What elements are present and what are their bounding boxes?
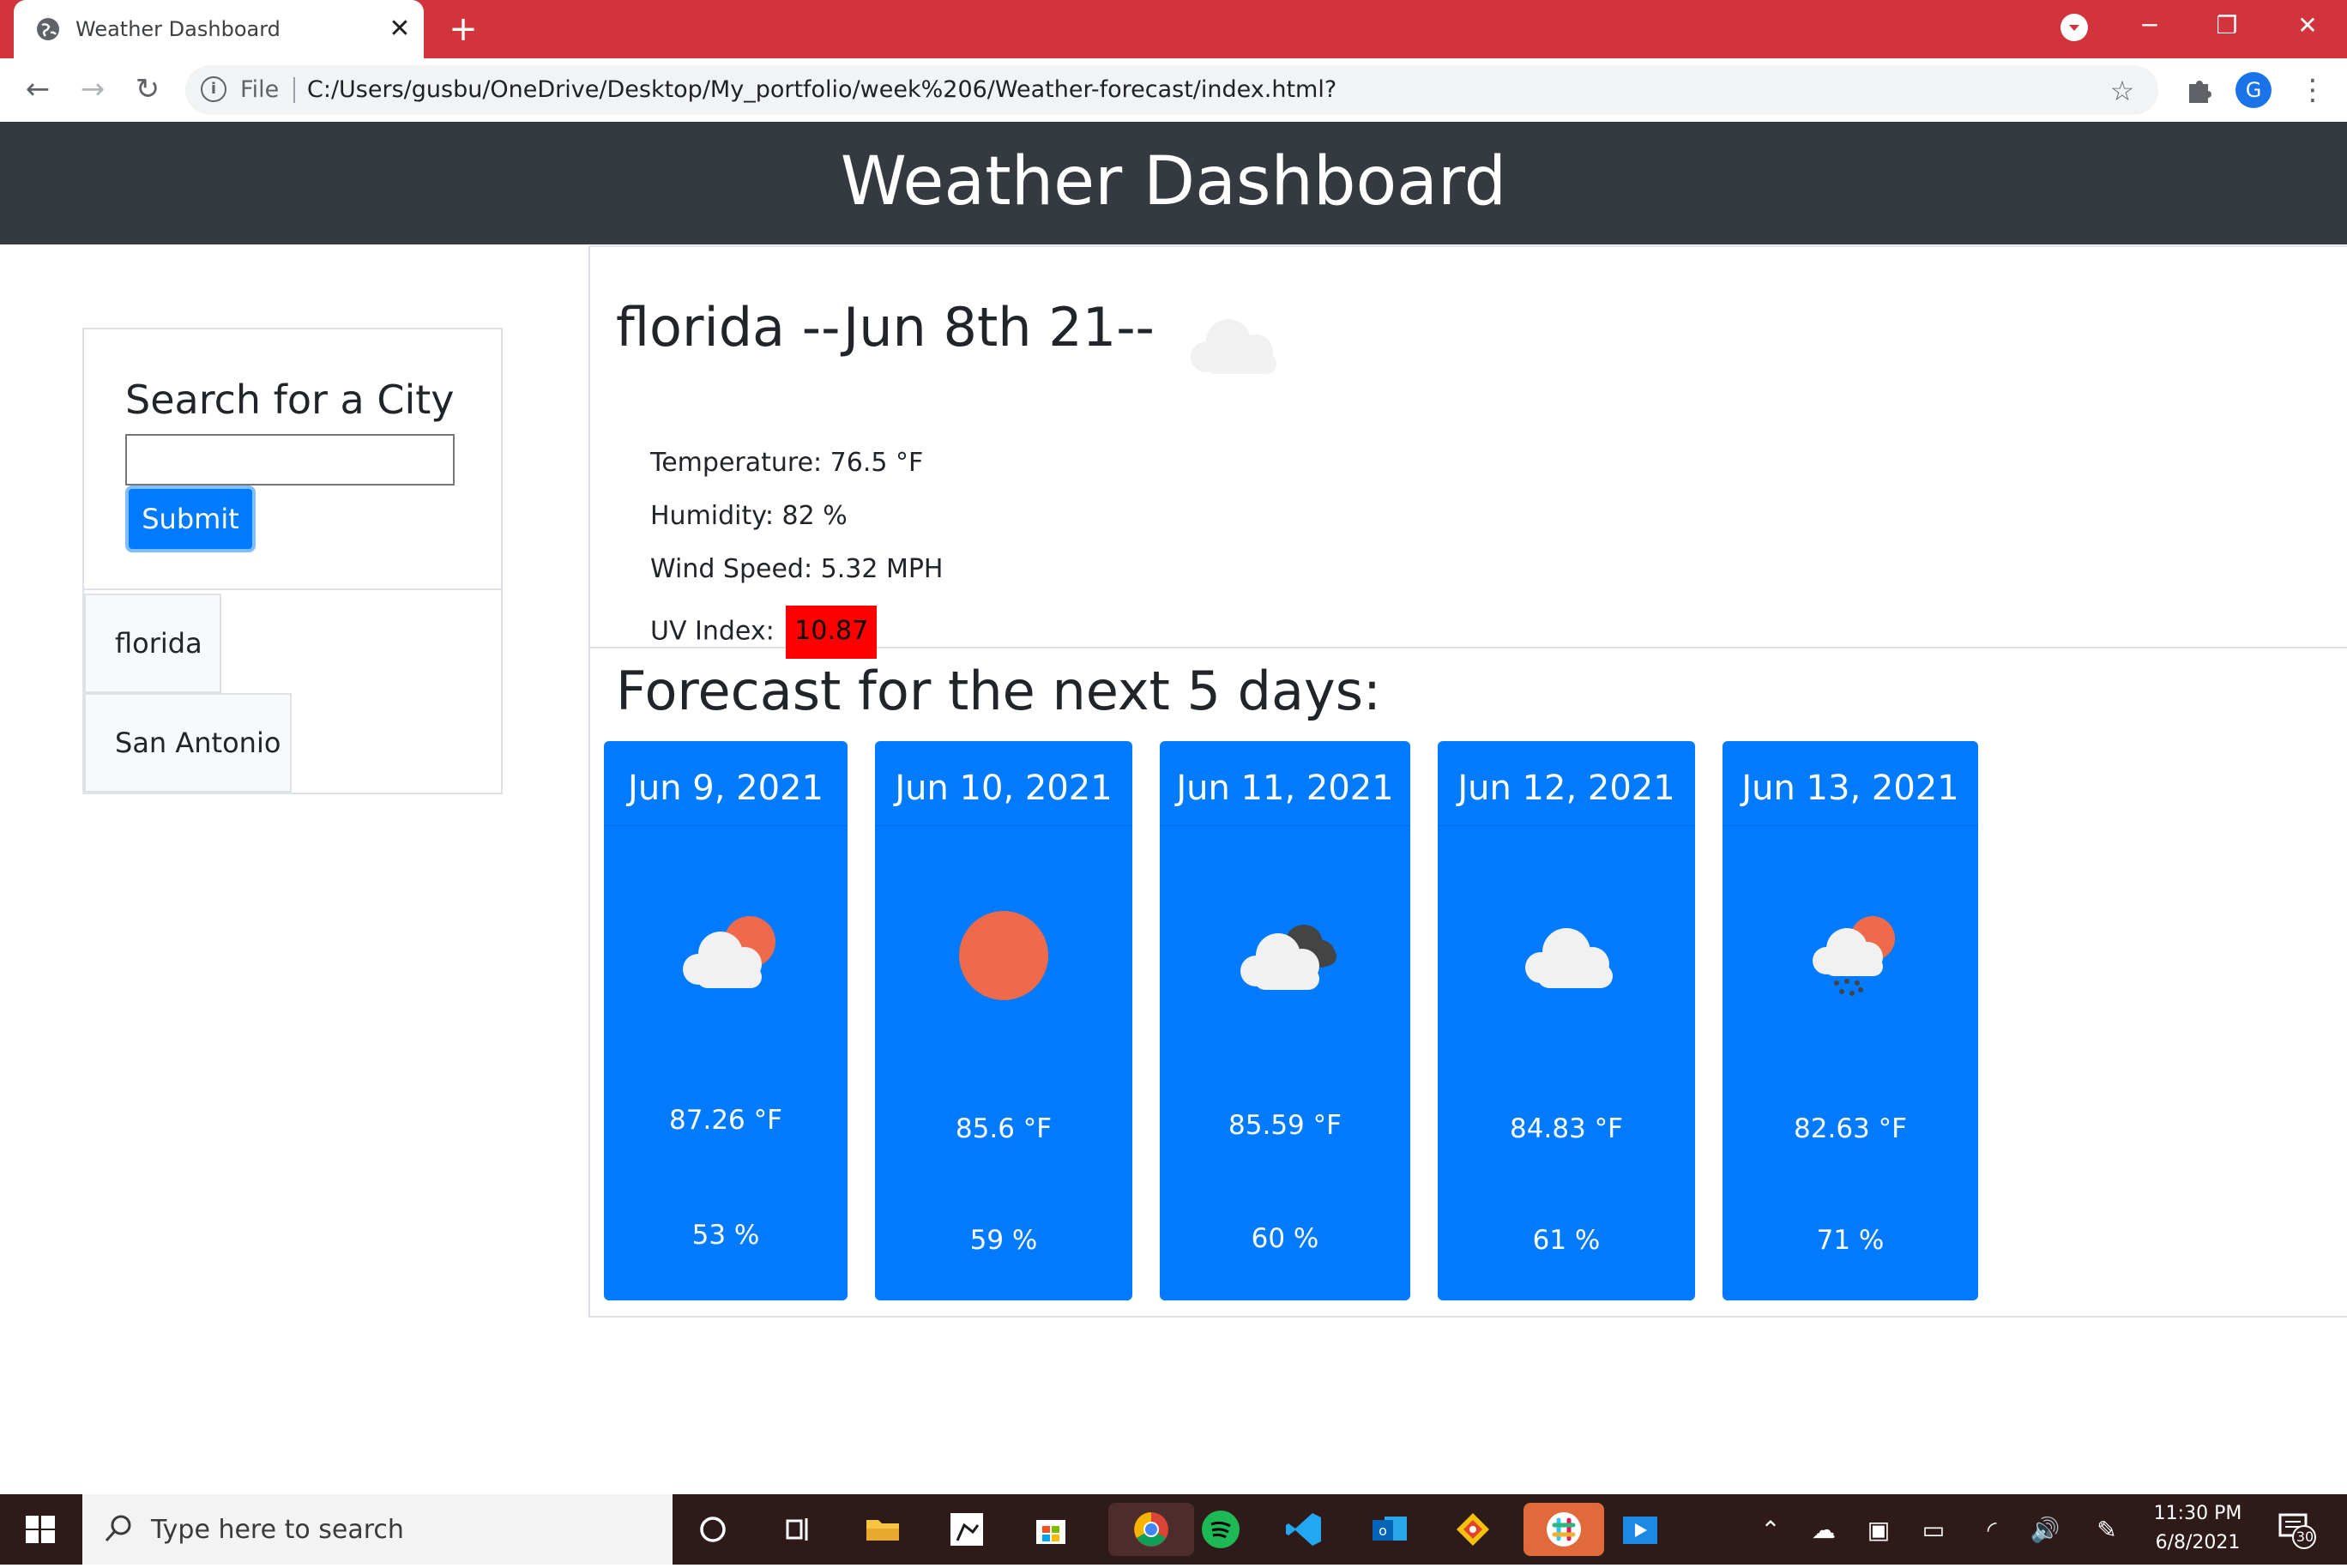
current-humidity: Humidity: 82 % bbox=[650, 501, 848, 531]
forward-arrow-icon[interactable]: → bbox=[74, 70, 112, 108]
page-header: Weather Dashboard bbox=[0, 122, 2347, 244]
forecast-temperature: 82.63 °F bbox=[1794, 1113, 1907, 1144]
cortana-icon[interactable] bbox=[686, 1503, 739, 1556]
page-title: Weather Dashboard bbox=[840, 143, 1507, 220]
history-item-san-antonio[interactable]: San Antonio bbox=[84, 693, 292, 793]
vscode-icon[interactable] bbox=[1278, 1503, 1331, 1556]
svg-text:o: o bbox=[1379, 1523, 1387, 1539]
url-scheme: File bbox=[240, 76, 280, 103]
forecast-card: Jun 13, 2021 82.63 °F 71 % bbox=[1723, 741, 1978, 1300]
partly-cloudy-icon bbox=[683, 916, 775, 988]
forecast-humidity: 71 % bbox=[1816, 1225, 1885, 1256]
search-heading: Search for a City bbox=[125, 377, 455, 423]
battery-icon[interactable]: ▭ bbox=[1915, 1513, 1952, 1547]
submit-button[interactable]: Submit bbox=[125, 485, 256, 552]
extensions-puzzle-icon[interactable] bbox=[2182, 72, 2217, 106]
show-hidden-icons-chevron-icon[interactable]: ⌃ bbox=[1753, 1513, 1788, 1547]
git-kraken-icon[interactable] bbox=[1446, 1503, 1499, 1556]
forecast-humidity: 61 % bbox=[1532, 1225, 1601, 1256]
current-wind-speed: Wind Speed: 5.32 MPH bbox=[650, 554, 944, 584]
spotify-icon[interactable] bbox=[1194, 1503, 1247, 1556]
close-window-icon[interactable]: ✕ bbox=[2282, 7, 2333, 45]
city-search-input[interactable] bbox=[125, 434, 455, 485]
chrome-icon[interactable] bbox=[1108, 1503, 1194, 1556]
windows-taskbar: Type here to search o ⌃ ☁ ▣ ▭ ◜ 🔊 ✎ 11:3… bbox=[0, 1494, 2347, 1565]
tab-title: Weather Dashboard bbox=[75, 17, 281, 41]
search-panel: Search for a City Submit bbox=[82, 328, 503, 590]
url-text[interactable]: C:/Users/gusbu/OneDrive/Desktop/My_portf… bbox=[307, 77, 1336, 103]
url-separator bbox=[293, 77, 295, 103]
forecast-temperature: 87.26 °F bbox=[669, 1105, 782, 1136]
forecast-date: Jun 11, 2021 bbox=[1160, 741, 1410, 826]
wifi-icon[interactable]: ◜ bbox=[1973, 1513, 2011, 1547]
forecast-temperature: 85.6 °F bbox=[955, 1113, 1053, 1144]
cloud-icon bbox=[1525, 928, 1613, 988]
microsoft-store-icon[interactable] bbox=[1024, 1503, 1077, 1556]
browser-menu-icon[interactable]: ⋮ bbox=[2296, 72, 2330, 108]
forecast-card: Jun 11, 2021 85.59 °F 60 % bbox=[1160, 741, 1410, 1300]
forecast-panel: Forecast for the next 5 days: Jun 9, 202… bbox=[588, 648, 2347, 1318]
forecast-date: Jun 9, 2021 bbox=[604, 741, 848, 826]
volume-icon[interactable]: 🔊 bbox=[2026, 1513, 2064, 1547]
history-item-florida[interactable]: florida bbox=[84, 594, 221, 693]
taskbar-search-placeholder: Type here to search bbox=[151, 1515, 404, 1545]
slack-icon[interactable] bbox=[1523, 1503, 1604, 1556]
file-explorer-icon[interactable] bbox=[856, 1503, 909, 1556]
back-arrow-icon[interactable]: ← bbox=[19, 70, 57, 108]
forecast-card: Jun 12, 2021 84.83 °F 61 % bbox=[1438, 741, 1695, 1300]
notification-count: 30 bbox=[2296, 1529, 2314, 1545]
forecast-humidity: 60 % bbox=[1251, 1223, 1319, 1254]
forecast-heading: Forecast for the next 5 days: bbox=[616, 660, 1381, 722]
current-city-title: florida --Jun 8th 21-- bbox=[616, 296, 1155, 359]
forecast-humidity: 53 % bbox=[691, 1220, 760, 1251]
clock-time: 11:30 PM bbox=[2153, 1503, 2242, 1524]
forecast-date: Jun 12, 2021 bbox=[1438, 741, 1695, 826]
current-temperature: Temperature: 76.5 °F bbox=[650, 448, 924, 478]
forecast-humidity: 59 % bbox=[969, 1225, 1038, 1256]
forecast-date: Jun 10, 2021 bbox=[875, 741, 1132, 826]
restore-icon[interactable]: ❐ bbox=[2201, 7, 2253, 45]
bookmark-star-icon[interactable]: ☆ bbox=[2105, 74, 2139, 108]
kindle-icon[interactable] bbox=[940, 1503, 993, 1556]
notification-center-icon[interactable]: 30 bbox=[2275, 1508, 2318, 1551]
cloud-icon bbox=[1191, 319, 1276, 374]
search-history-list: florida San Antonio bbox=[82, 590, 503, 794]
search-icon bbox=[105, 1515, 131, 1542]
uv-label: UV Index: bbox=[650, 616, 775, 647]
tab-search-icon[interactable] bbox=[2060, 14, 2088, 41]
sun-icon bbox=[959, 911, 1048, 1000]
taskbar-search-box[interactable]: Type here to search bbox=[82, 1494, 673, 1565]
reload-icon[interactable]: ↻ bbox=[129, 70, 166, 108]
outlook-icon[interactable]: o bbox=[1362, 1503, 1415, 1556]
task-view-icon[interactable] bbox=[770, 1503, 824, 1556]
screen-capture-icon[interactable]: ▣ bbox=[1860, 1513, 1898, 1547]
taskbar-clock[interactable]: 11:30 PM 6/8/2021 bbox=[2138, 1499, 2258, 1558]
forecast-card: Jun 10, 2021 85.6 °F 59 % bbox=[875, 741, 1132, 1300]
video-player-icon[interactable] bbox=[1613, 1503, 1666, 1556]
profile-avatar[interactable]: G bbox=[2235, 72, 2272, 108]
browser-tab[interactable]: Weather Dashboard ✕ bbox=[14, 0, 424, 58]
windows-start-icon[interactable] bbox=[0, 1494, 82, 1565]
pen-icon[interactable]: ✎ bbox=[2088, 1513, 2126, 1547]
info-icon[interactable]: i bbox=[201, 76, 226, 102]
onedrive-icon[interactable]: ☁ bbox=[1805, 1513, 1843, 1547]
new-tab-button[interactable]: + bbox=[444, 10, 482, 48]
current-weather-panel: florida --Jun 8th 21-- Temperature: 76.5… bbox=[588, 245, 2347, 659]
forecast-card: Jun 9, 2021 87.26 °F 53 % bbox=[604, 741, 848, 1300]
forecast-temperature: 85.59 °F bbox=[1228, 1110, 1342, 1141]
close-tab-icon[interactable]: ✕ bbox=[383, 12, 417, 46]
forecast-temperature: 84.83 °F bbox=[1510, 1113, 1623, 1144]
browser-toolbar: ← → ↻ i File C:/Users/gusbu/OneDrive/Des… bbox=[0, 58, 2347, 123]
globe-icon bbox=[37, 18, 59, 40]
address-bar[interactable]: i File C:/Users/gusbu/OneDrive/Desktop/M… bbox=[185, 65, 2158, 115]
rain-sun-icon bbox=[1813, 916, 1895, 996]
forecast-date: Jun 13, 2021 bbox=[1723, 741, 1978, 826]
clock-date: 6/8/2021 bbox=[2155, 1532, 2241, 1553]
broken-clouds-icon bbox=[1240, 925, 1336, 990]
browser-tab-strip: Weather Dashboard ✕ + ─ ❐ ✕ bbox=[0, 0, 2347, 58]
minimize-icon[interactable]: ─ bbox=[2124, 7, 2175, 45]
